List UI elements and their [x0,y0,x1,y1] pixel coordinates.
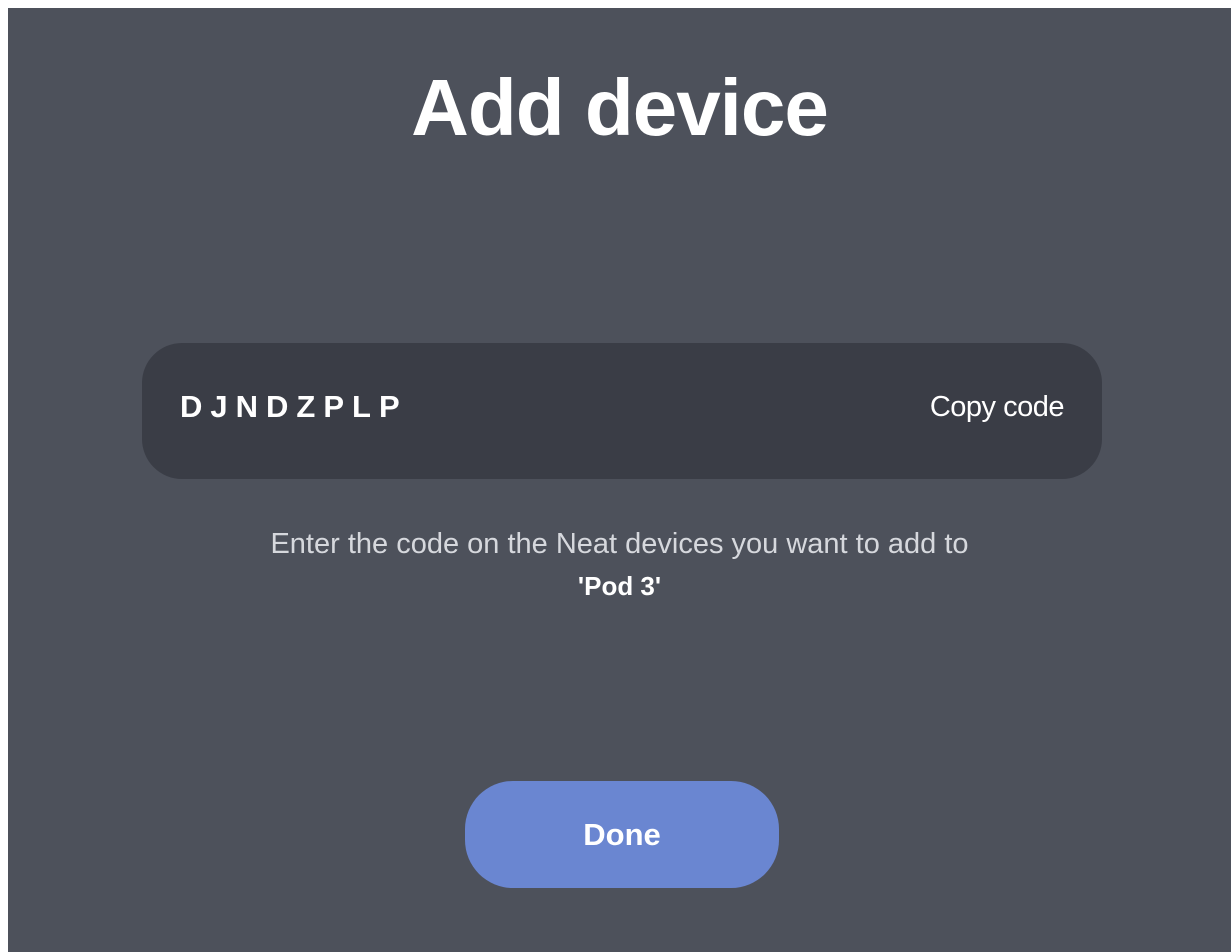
device-code-box: DJNDZPLP Copy code [142,343,1102,479]
target-room-name: 'Pod 3' [577,571,662,601]
done-button[interactable]: Done [465,781,779,888]
device-code: DJNDZPLP [180,389,408,424]
instructions-text: Enter the code on the Neat devices you w… [8,523,1231,607]
dialog-title: Add device [411,63,829,152]
instructions-line: Enter the code on the Neat devices you w… [270,528,969,560]
add-device-dialog: Add device DJNDZPLP Copy code Enter the … [8,8,1231,952]
copy-code-button[interactable]: Copy code [930,385,1065,429]
